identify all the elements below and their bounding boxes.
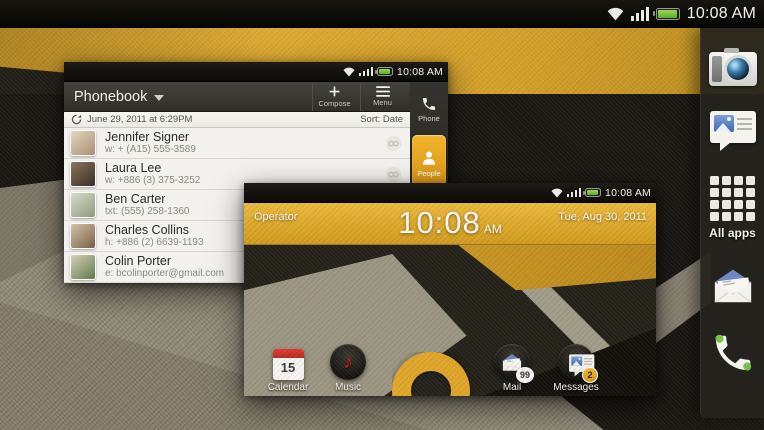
mail-icon (710, 265, 756, 305)
contact-detail: w: +886 (3) 375-3252 (105, 175, 200, 187)
homescreen-status-bar: 10:08 AM (244, 183, 656, 203)
phonebook-header: Phonebook Compose Menu (64, 82, 410, 112)
compose-button[interactable]: Compose (312, 83, 356, 111)
wifi-icon (551, 188, 563, 198)
unread-badge: 99 (516, 367, 534, 383)
camera-shortcut[interactable] (709, 52, 757, 86)
contact-detail: e: bcolinporter@gmail.com (105, 268, 224, 280)
battery-icon (656, 8, 680, 20)
wifi-icon (343, 67, 355, 77)
tab-phone[interactable]: Phone (412, 87, 446, 131)
dock-item-calendar[interactable]: 15 Calendar (260, 349, 316, 393)
battery-icon (585, 188, 601, 197)
contact-name: Laura Lee (105, 161, 200, 175)
phonebook-title-dropdown[interactable]: Phonebook (74, 89, 164, 105)
dock-label: Music (335, 382, 361, 393)
contact-name: Ben Carter (105, 192, 190, 206)
avatar (70, 223, 96, 249)
phone-icon (421, 96, 437, 112)
avatar (70, 254, 96, 280)
homescreen-window: 10:08 AM Operator 10:08AM Tue, Aug 30, 2… (244, 183, 656, 396)
sort-control[interactable]: Sort: Date (360, 114, 403, 125)
compose-label: Compose (318, 99, 350, 108)
launcher-ring-arc (392, 352, 470, 396)
link-icon[interactable] (385, 166, 402, 183)
menu-label: Menu (373, 98, 392, 107)
phonebook-subheader: June 29, 2011 at 6:29PM Sort: Date (64, 112, 410, 128)
signal-icon (567, 188, 581, 197)
contact-detail: txt: (555) 258-1360 (105, 206, 190, 218)
mail-shortcut[interactable] (710, 265, 756, 305)
dock-label: Mail (503, 382, 521, 393)
system-clock: 10:08 AM (687, 5, 756, 23)
camera-icon (709, 52, 757, 86)
messages-glyph (569, 354, 584, 367)
signal-icon (359, 67, 373, 76)
tab-people-label: People (417, 169, 440, 178)
mail-icon: 99 (494, 344, 530, 380)
phonebook-status-bar: 10:08 AM (64, 62, 448, 82)
calendar-icon-day: 15 (273, 358, 304, 378)
plus-icon (328, 85, 341, 98)
date-label: Tue, Aug 30, 2011 (558, 211, 647, 223)
sync-timestamp: June 29, 2011 at 6:29PM (87, 114, 192, 125)
page-title: Phonebook (74, 89, 147, 105)
contact-name: Colin Porter (105, 254, 224, 268)
music-icon: ♪ (330, 344, 366, 380)
contact-row[interactable]: Jennifer Signer w: + (A15) 555-3589 (64, 128, 410, 159)
status-clock: 10:08 AM (397, 66, 443, 78)
tab-phone-label: Phone (418, 114, 440, 123)
contact-name: Jennifer Signer (105, 130, 196, 144)
system-status-bar: 10:08 AM (0, 0, 764, 28)
battery-icon (377, 67, 393, 76)
person-icon (420, 149, 438, 167)
chevron-down-icon (154, 95, 164, 101)
clock-banner: Operator 10:08AM Tue, Aug 30, 2011 (244, 203, 656, 245)
unread-badge: 2 (582, 367, 598, 383)
dock-item-mail[interactable]: 99 Mail (484, 344, 540, 393)
dock-label: Messages (553, 382, 599, 393)
menu-button[interactable]: Menu (360, 83, 404, 111)
signal-icon (631, 7, 649, 21)
link-icon[interactable] (385, 135, 402, 152)
dock-label: Calendar (268, 382, 309, 393)
messages-shortcut[interactable] (710, 111, 756, 143)
refresh-icon (71, 114, 82, 125)
dock-item-messages[interactable]: 2 Messages (548, 344, 604, 393)
music-note-glyph: ♪ (343, 353, 353, 372)
phone-icon (710, 330, 756, 376)
all-apps-grid-icon (710, 176, 755, 221)
avatar (70, 130, 96, 156)
calendar-icon: 15 (273, 349, 304, 380)
messages-icon: 2 (558, 344, 594, 380)
wifi-icon (607, 7, 624, 21)
all-apps-label: All apps (709, 226, 756, 240)
contact-detail: w: + (A15) 555-3589 (105, 144, 196, 156)
contact-detail: h: +886 (2) 6639-1193 (105, 237, 204, 249)
phone-shortcut[interactable] (710, 330, 756, 376)
avatar (70, 192, 96, 218)
calendar-icon-header (273, 349, 304, 358)
avatar (70, 161, 96, 187)
homescreen-wallpaper: 15 Calendar ♪ Music (244, 245, 656, 396)
status-clock: 10:08 AM (605, 187, 651, 199)
clock-time: 10:08 (398, 205, 481, 240)
contact-name: Charles Collins (105, 223, 204, 237)
clock-ampm: AM (484, 222, 502, 236)
menu-icon (376, 86, 390, 97)
all-apps-button[interactable]: All apps (709, 176, 756, 240)
messages-icon (710, 111, 756, 143)
desktop: 10:08 AM Phonebook Compose (0, 0, 764, 430)
dock-item-music[interactable]: ♪ Music (320, 344, 376, 393)
app-sidebar: All apps (700, 28, 764, 418)
